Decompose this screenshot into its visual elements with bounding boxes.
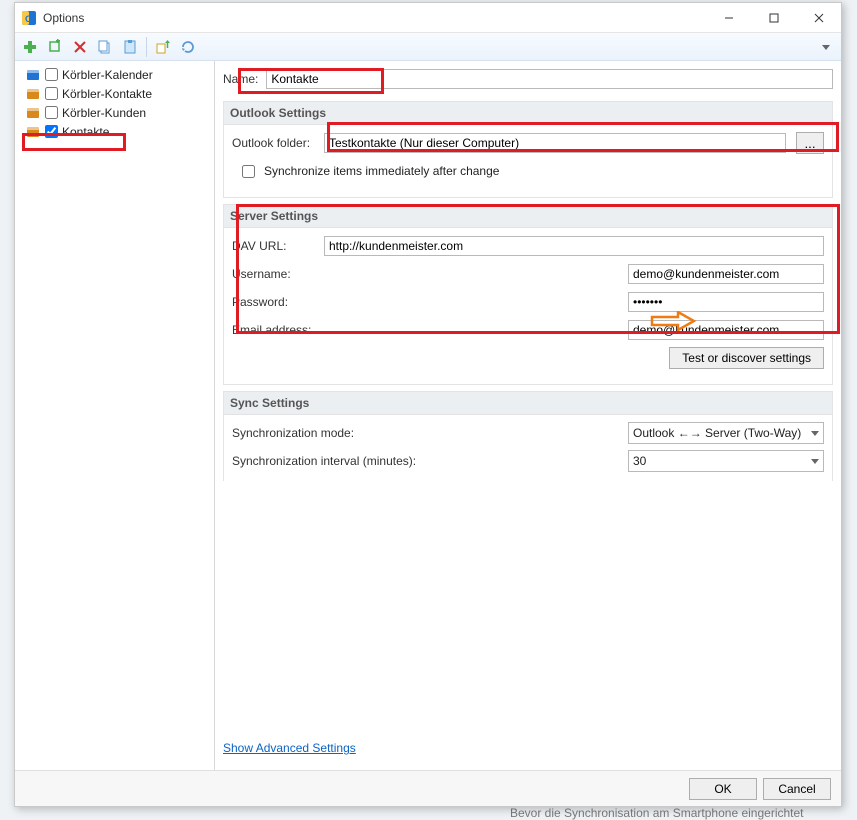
export-icon[interactable] bbox=[152, 36, 174, 58]
add-icon[interactable] bbox=[19, 36, 41, 58]
outlook-folder-input[interactable] bbox=[324, 133, 786, 153]
dialog-footer: OK Cancel bbox=[15, 770, 841, 806]
sync-settings-header: Sync Settings bbox=[223, 391, 833, 415]
contacts-icon bbox=[25, 105, 41, 121]
show-advanced-link[interactable]: Show Advanced Settings bbox=[223, 741, 356, 755]
window-title: Options bbox=[43, 11, 706, 25]
chevron-down-icon bbox=[811, 457, 819, 465]
toolbar bbox=[15, 33, 841, 61]
contacts-icon bbox=[25, 124, 41, 140]
titlebar: O Options bbox=[15, 3, 841, 33]
test-discover-label: Test or discover settings bbox=[682, 351, 811, 365]
server-settings-header: Server Settings bbox=[223, 204, 833, 228]
sync-interval-select[interactable]: 30 bbox=[628, 450, 824, 472]
app-icon: O bbox=[21, 10, 37, 26]
email-input[interactable] bbox=[628, 320, 824, 340]
dav-url-label: DAV URL: bbox=[232, 239, 318, 253]
username-label: Username: bbox=[232, 267, 318, 281]
outlook-folder-label: Outlook folder: bbox=[232, 136, 318, 150]
settings-panel: Name: Outlook Settings Outlook folder: .… bbox=[215, 61, 841, 770]
cancel-label: Cancel bbox=[778, 782, 815, 796]
background-text: Bevor die Synchronisation am Smartphone … bbox=[510, 806, 804, 820]
email-label: Email address: bbox=[232, 323, 318, 337]
sync-mode-label: Synchronization mode: bbox=[232, 426, 622, 440]
name-label: Name: bbox=[223, 72, 258, 86]
chevron-down-icon bbox=[811, 429, 819, 437]
close-button[interactable] bbox=[796, 3, 841, 32]
tree-item-k-rbler-kalender[interactable]: Körbler-Kalender bbox=[15, 65, 214, 84]
tree-item-k-rbler-kunden[interactable]: Körbler-Kunden bbox=[15, 103, 214, 122]
tree-item-checkbox[interactable] bbox=[45, 87, 58, 100]
contacts-icon bbox=[25, 86, 41, 102]
sync-mode-select[interactable]: Outlook ←→ Server (Two-Way) bbox=[628, 422, 824, 444]
add-many-icon[interactable] bbox=[44, 36, 66, 58]
toolbar-overflow-icon[interactable] bbox=[815, 36, 837, 58]
cancel-button[interactable]: Cancel bbox=[763, 778, 831, 800]
copy-icon[interactable] bbox=[94, 36, 116, 58]
password-input[interactable] bbox=[628, 292, 824, 312]
browse-folder-button[interactable]: ... bbox=[796, 132, 824, 154]
tree-item-k-rbler-kontakte[interactable]: Körbler-Kontakte bbox=[15, 84, 214, 103]
dav-url-input[interactable] bbox=[324, 236, 824, 256]
tree-item-label: Kontakte bbox=[62, 125, 109, 139]
minimize-button[interactable] bbox=[706, 3, 751, 32]
sync-immediately-input[interactable] bbox=[242, 165, 255, 178]
options-dialog: O Options bbox=[14, 2, 842, 807]
toolbar-separator bbox=[146, 37, 147, 57]
tree-item-checkbox[interactable] bbox=[45, 68, 58, 81]
server-settings-body: DAV URL: Username: Password: Email addre… bbox=[223, 228, 833, 385]
sync-immediately-checkbox[interactable]: Synchronize items immediately after chan… bbox=[232, 159, 824, 183]
password-label: Password: bbox=[232, 295, 318, 309]
profile-name-input[interactable] bbox=[266, 69, 833, 89]
refresh-icon[interactable] bbox=[177, 36, 199, 58]
paste-icon[interactable] bbox=[119, 36, 141, 58]
ellipsis-icon: ... bbox=[804, 136, 815, 151]
ok-label: OK bbox=[714, 782, 731, 796]
profiles-tree: Körbler-Kalender Körbler-Kontakte Körbler-… bbox=[15, 61, 215, 770]
sync-immediately-label: Synchronize items immediately after chan… bbox=[264, 164, 499, 178]
tree-item-label: Körbler-Kontakte bbox=[62, 87, 152, 101]
maximize-button[interactable] bbox=[751, 3, 796, 32]
delete-icon[interactable] bbox=[69, 36, 91, 58]
tree-item-checkbox[interactable] bbox=[45, 106, 58, 119]
test-discover-button[interactable]: Test or discover settings bbox=[669, 347, 824, 369]
tree-item-label: Körbler-Kalender bbox=[62, 68, 153, 82]
sync-settings-body: Synchronization mode: Outlook ←→ Server … bbox=[223, 415, 833, 481]
tree-item-checkbox[interactable] bbox=[45, 125, 58, 138]
sync-interval-value: 30 bbox=[633, 454, 646, 468]
ok-button[interactable]: OK bbox=[689, 778, 757, 800]
outlook-settings-header: Outlook Settings bbox=[223, 101, 833, 125]
outlook-settings-body: Outlook folder: ... Synchronize items im… bbox=[223, 125, 833, 198]
tree-item-label: Körbler-Kunden bbox=[62, 106, 146, 120]
sync-interval-label: Synchronization interval (minutes): bbox=[232, 454, 622, 468]
calendar-icon bbox=[25, 67, 41, 83]
sync-mode-value: Outlook ←→ Server (Two-Way) bbox=[633, 426, 801, 440]
svg-text:O: O bbox=[25, 14, 32, 24]
username-input[interactable] bbox=[628, 264, 824, 284]
tree-item-kontakte[interactable]: Kontakte bbox=[15, 122, 214, 141]
